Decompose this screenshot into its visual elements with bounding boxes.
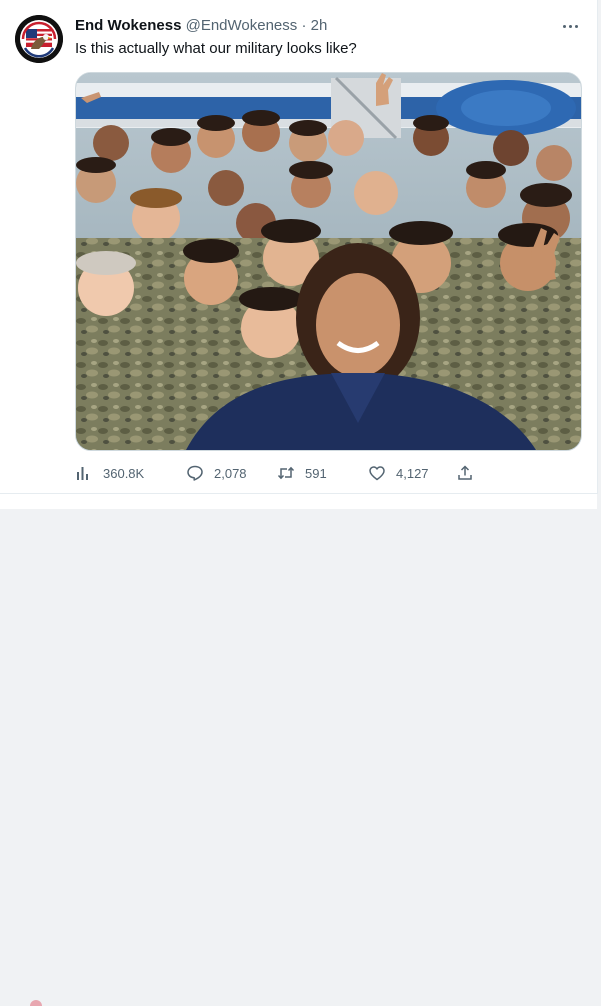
share-icon — [458, 465, 472, 480]
separator-dot: · — [301, 17, 307, 34]
comment-icon — [187, 465, 203, 481]
like-button[interactable]: 4,127 — [368, 464, 456, 482]
retweet-icon — [277, 466, 295, 480]
retweet-count: 591 — [305, 465, 327, 481]
views-count: 360.8K — [103, 465, 145, 481]
views-button[interactable]: 360.8K — [75, 464, 186, 482]
tweet-text: Is this actually what our military looks… — [75, 40, 357, 57]
avatar[interactable] — [15, 15, 63, 63]
user-handle[interactable]: @EndWokeness — [186, 17, 298, 34]
reply-count: 2,078 — [214, 465, 247, 481]
display-name[interactable]: End Wokeness — [75, 17, 181, 34]
like-count: 4,127 — [396, 465, 429, 481]
bar-chart-icon — [77, 467, 88, 480]
tweet-header: End Wokeness @EndWokeness · 2h — [75, 16, 327, 36]
share-button[interactable] — [456, 464, 486, 482]
timestamp[interactable]: 2h — [311, 17, 328, 34]
retweet-button[interactable]: 591 — [277, 464, 368, 482]
next-tweet-edge — [0, 494, 597, 1006]
tweet-card[interactable]: End Wokeness @EndWokeness · 2h Is this a… — [0, 0, 598, 494]
next-tweet-avatar[interactable] — [30, 1000, 42, 1006]
more-dot-icon — [562, 24, 566, 28]
more-options-button[interactable] — [556, 14, 584, 38]
tweet-actions: 360.8K 2,078 591 4,127 — [75, 461, 505, 485]
more-dot-icon — [568, 24, 572, 28]
heart-icon — [369, 466, 385, 481]
reply-button[interactable]: 2,078 — [186, 464, 277, 482]
tweet-photo[interactable] — [75, 72, 582, 451]
eagle-flag-badge-icon — [15, 15, 63, 63]
group-selfie-photo — [76, 73, 581, 450]
more-dot-icon — [574, 24, 578, 28]
